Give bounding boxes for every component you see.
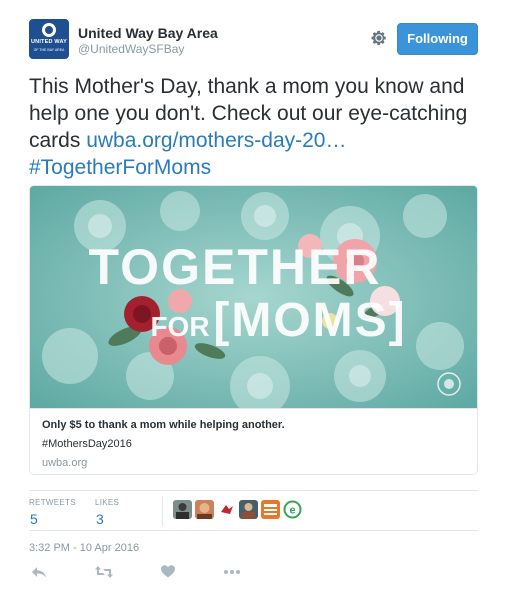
avatar[interactable] bbox=[261, 500, 280, 519]
tweet-hashtag[interactable]: #TogetherForMoms bbox=[29, 156, 211, 179]
avatar[interactable] bbox=[217, 500, 236, 519]
likes-count[interactable]: 3 bbox=[96, 511, 104, 527]
tweet-link[interactable]: uwba.org/mothers-day-20… bbox=[86, 129, 346, 152]
card-image-text-for: FOR bbox=[150, 311, 209, 342]
tweet: UNITED WAY OF THE BAY AREA United Way Ba… bbox=[0, 0, 509, 607]
card-description: #MothersDay2016 bbox=[42, 438, 132, 450]
account-handle[interactable]: @UnitedWaySFBay bbox=[78, 42, 184, 56]
liker-avatars: e bbox=[173, 500, 302, 520]
avatar-logo-subtext: OF THE BAY AREA bbox=[33, 48, 65, 52]
like-icon[interactable] bbox=[161, 565, 175, 583]
card-domain: uwba.org bbox=[42, 457, 88, 469]
avatar[interactable]: e bbox=[283, 500, 302, 519]
account-name[interactable]: United Way Bay Area bbox=[78, 25, 218, 41]
retweet-icon[interactable] bbox=[95, 565, 113, 584]
retweets-count[interactable]: 5 bbox=[30, 511, 38, 527]
avatar-logo-text: UNITED WAY bbox=[30, 39, 68, 45]
card-image-text-moms: [MOMS] bbox=[213, 294, 406, 347]
avatar[interactable] bbox=[173, 500, 192, 519]
united-way-logo-icon bbox=[42, 23, 56, 37]
more-icon[interactable] bbox=[223, 565, 241, 584]
svg-text:e: e bbox=[289, 505, 295, 517]
avatar[interactable] bbox=[239, 500, 258, 519]
card-image-text-together: TOGETHER bbox=[89, 239, 382, 295]
avatar[interactable] bbox=[195, 500, 214, 519]
retweets-label: RETWEETS bbox=[29, 498, 76, 507]
account-avatar[interactable]: UNITED WAY OF THE BAY AREA bbox=[29, 19, 69, 59]
likes-label: LIKES bbox=[95, 498, 120, 507]
card-image[interactable]: TOGETHER FOR [MOMS] bbox=[30, 186, 477, 408]
tweet-text: This Mother's Day, thank a mom you know … bbox=[29, 73, 489, 181]
link-card[interactable]: TOGETHER FOR [MOMS] Only $5 to thank a m… bbox=[29, 185, 478, 475]
gear-icon[interactable] bbox=[370, 29, 388, 47]
divider-bottom bbox=[29, 530, 478, 531]
tweet-timestamp[interactable]: 3:32 PM - 10 Apr 2016 bbox=[29, 542, 139, 554]
stats-separator bbox=[162, 496, 163, 526]
divider-top bbox=[29, 490, 478, 491]
card-title: Only $5 to thank a mom while helping ano… bbox=[42, 419, 285, 431]
card-body[interactable]: Only $5 to thank a mom while helping ano… bbox=[30, 408, 477, 474]
following-button[interactable]: Following bbox=[397, 23, 478, 55]
reply-icon[interactable] bbox=[31, 565, 47, 584]
